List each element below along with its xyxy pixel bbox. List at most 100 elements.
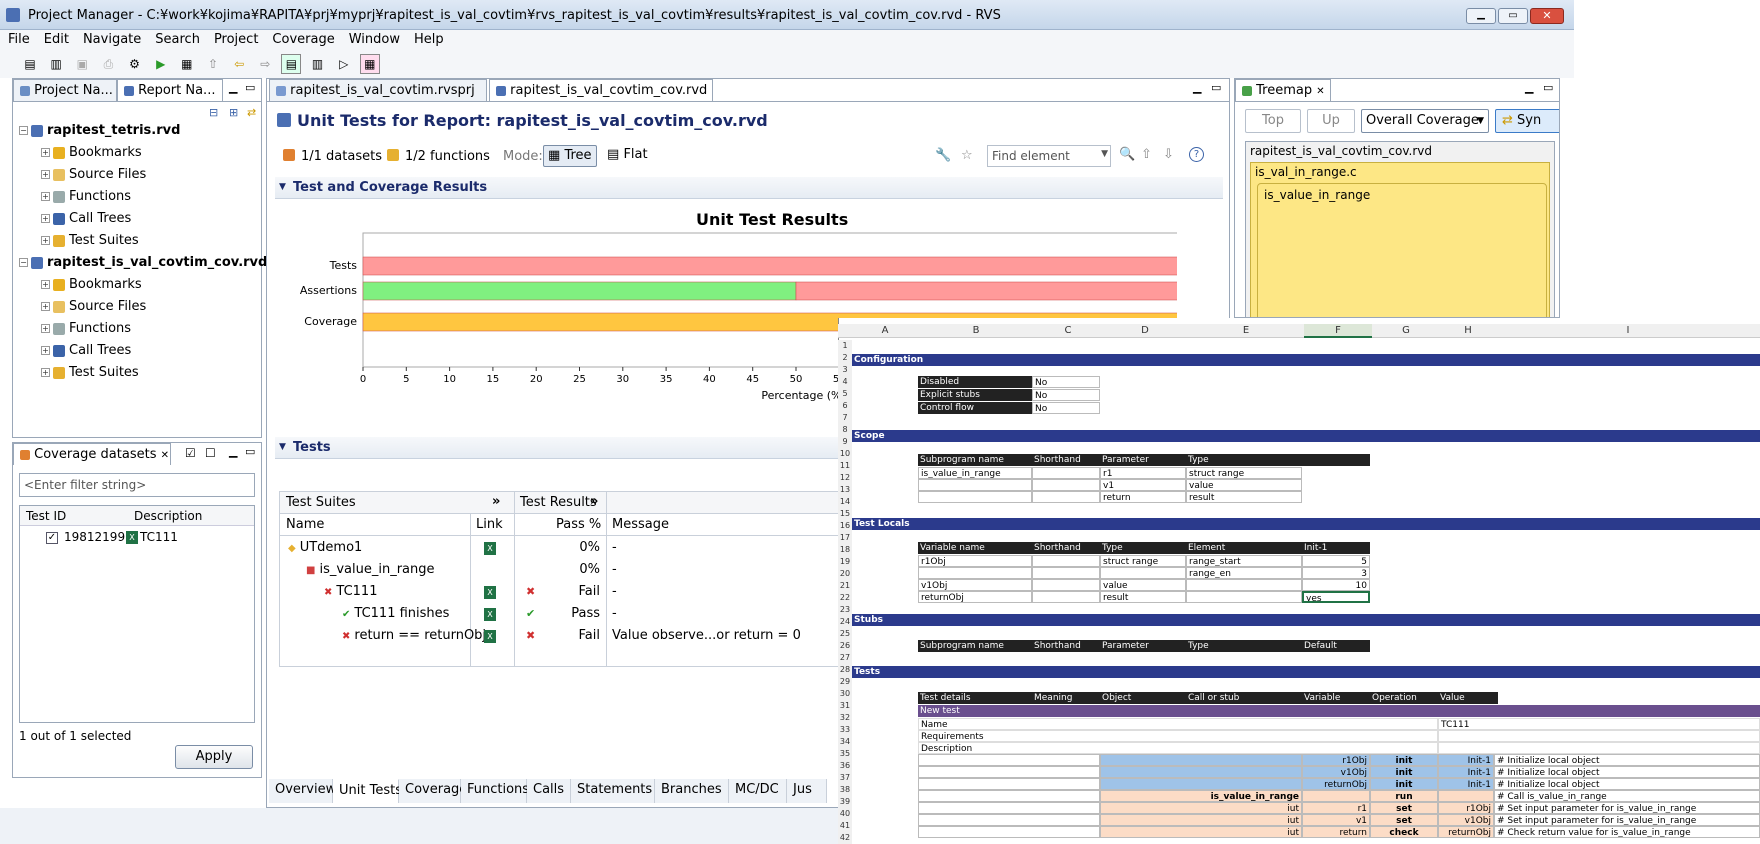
treemap-top-button[interactable]: Top xyxy=(1245,109,1301,133)
row-number[interactable]: 25 xyxy=(838,628,852,640)
test-meta-label[interactable]: Requirements xyxy=(918,730,1438,742)
op-comment[interactable]: # Set input parameter for is_value_in_ra… xyxy=(1494,802,1760,814)
row-number[interactable]: 24 xyxy=(838,616,852,628)
dataset-checkbox[interactable]: ✓ xyxy=(46,532,58,544)
treemap-function-node[interactable]: is_value_in_range xyxy=(1257,183,1547,317)
sheet-col-b[interactable]: B xyxy=(918,324,1034,338)
find-element-input[interactable]: Find element ▼ xyxy=(987,145,1111,167)
row-number[interactable]: 16 xyxy=(838,520,852,532)
op-call[interactable] xyxy=(1100,766,1302,778)
forward-icon[interactable]: ⇨ xyxy=(255,54,275,74)
layout-icon[interactable]: ▥ xyxy=(308,54,328,74)
row-number[interactable]: 36 xyxy=(838,760,852,772)
menu-search[interactable]: Search xyxy=(155,32,200,47)
flat-mode-button[interactable]: ▤ Flat xyxy=(603,145,657,167)
treemap-file-node[interactable]: is_val_in_range.c is_value_in_range xyxy=(1250,162,1550,317)
op-call[interactable]: iut xyxy=(1100,826,1302,838)
op-variable[interactable]: r1 xyxy=(1302,802,1370,814)
sync-button[interactable]: ⇄ Syn xyxy=(1495,109,1559,133)
scope-cell[interactable]: result xyxy=(1186,491,1302,503)
config-value[interactable]: No xyxy=(1032,402,1100,414)
row-number[interactable]: 7 xyxy=(838,412,852,424)
row-number[interactable]: 39 xyxy=(838,796,852,808)
search-icon[interactable]: 🔍 xyxy=(1119,147,1135,162)
datasets-link[interactable]: 1/1 datasets xyxy=(301,149,382,164)
op-operation[interactable]: set xyxy=(1370,814,1438,826)
functions-link[interactable]: 1/2 functions xyxy=(405,149,490,164)
tab-statements[interactable]: Statements xyxy=(571,779,655,803)
tree-report-node[interactable]: − rapitest_tetris.rvd xyxy=(19,121,180,141)
col-test-id[interactable]: Test ID xyxy=(26,509,66,523)
op-comment[interactable]: # Initialize local object xyxy=(1494,778,1760,790)
excel-link-icon[interactable]: X xyxy=(484,630,496,643)
test-row-name[interactable]: ■ is_value_in_range xyxy=(306,560,435,580)
scope-cell[interactable]: return xyxy=(1100,491,1186,503)
row-number[interactable]: 29 xyxy=(838,676,852,688)
locals-cell[interactable] xyxy=(918,567,1032,579)
test-meta-value[interactable] xyxy=(1438,742,1760,754)
locals-cell[interactable] xyxy=(1032,591,1100,603)
row-number[interactable]: 13 xyxy=(838,484,852,496)
row-number[interactable]: 28 xyxy=(838,664,852,676)
locals-cell[interactable]: struct range xyxy=(1100,555,1186,567)
op-call[interactable]: is_value_in_range xyxy=(1100,790,1302,802)
tree-mode-button[interactable]: ▦ Tree xyxy=(543,145,597,167)
op-comment[interactable]: # Check return value for is_value_in_ran… xyxy=(1494,826,1760,838)
op-comment[interactable]: # Set input parameter for is_value_in_ra… xyxy=(1494,814,1760,826)
row-number[interactable]: 33 xyxy=(838,724,852,736)
locals-cell[interactable] xyxy=(1032,555,1100,567)
menu-project[interactable]: Project xyxy=(214,32,258,47)
op-blank[interactable] xyxy=(918,778,1100,790)
col-message[interactable]: Message xyxy=(612,517,669,532)
menu-help[interactable]: Help xyxy=(414,32,444,47)
row-number[interactable]: 30 xyxy=(838,688,852,700)
tab-calls[interactable]: Calls xyxy=(527,779,571,803)
maximize-view-icon[interactable]: ▭ xyxy=(1543,81,1553,94)
test-row-name[interactable]: ✔ TC111 finishes xyxy=(342,604,449,624)
sheet-col-h[interactable]: H xyxy=(1440,324,1496,338)
scope-cell[interactable] xyxy=(1032,491,1100,503)
expand-columns-icon[interactable]: » xyxy=(492,494,500,509)
locals-cell[interactable] xyxy=(1032,579,1100,591)
op-comment[interactable]: # Initialize local object xyxy=(1494,766,1760,778)
op-operation[interactable]: init xyxy=(1370,778,1438,790)
op-value[interactable]: returnObj xyxy=(1438,826,1494,838)
tab-jus[interactable]: Jus xyxy=(787,779,827,803)
expand-all-icon[interactable]: ⊞ xyxy=(229,106,238,119)
perspective-icon[interactable]: ▤ xyxy=(281,54,302,74)
up-arrow-icon[interactable]: ⇧ xyxy=(203,54,223,74)
sheet-col-g[interactable]: G xyxy=(1372,324,1440,338)
excel-link-icon[interactable]: X xyxy=(484,586,496,599)
locals-cell[interactable]: v1Obj xyxy=(918,579,1032,591)
scope-cell[interactable] xyxy=(918,479,1032,491)
maximize-view-icon[interactable]: ▭ xyxy=(245,445,255,458)
row-number[interactable]: 12 xyxy=(838,472,852,484)
wrench-icon[interactable]: 🔧 xyxy=(935,148,951,163)
op-call[interactable]: iut xyxy=(1100,814,1302,826)
locals-cell[interactable]: 3 xyxy=(1302,567,1370,579)
section-results-header[interactable]: ▼ Test and Coverage Results xyxy=(275,177,1223,199)
sheet-col-f[interactable]: F xyxy=(1304,324,1372,338)
minimize-view-icon[interactable]: ▁ xyxy=(229,81,237,94)
play-outline-icon[interactable]: ▷ xyxy=(334,54,354,74)
row-number[interactable]: 9 xyxy=(838,436,852,448)
row-number[interactable]: 37 xyxy=(838,772,852,784)
find-previous-icon[interactable]: ⇧ xyxy=(1141,147,1152,162)
row-number[interactable]: 17 xyxy=(838,532,852,544)
settings-icon[interactable]: ⚙ xyxy=(125,54,145,74)
tree-item-test-suites[interactable]: + Test Suites xyxy=(41,363,139,383)
save-icon[interactable]: ▣ xyxy=(72,54,92,74)
deselect-all-icon[interactable]: ☐ xyxy=(205,446,216,460)
sheet-col-c[interactable]: C xyxy=(1034,324,1102,338)
locals-cell[interactable]: result xyxy=(1100,591,1186,603)
back-icon[interactable]: ⇦ xyxy=(229,54,249,74)
locals-cell[interactable]: 10 xyxy=(1302,579,1370,591)
scope-cell[interactable]: v1 xyxy=(1100,479,1186,491)
test-meta-value[interactable]: TC111 xyxy=(1438,718,1760,730)
tab-rvsprj[interactable]: rapitest_is_val_covtim.rvsprj xyxy=(269,79,487,101)
maximize-button[interactable]: ▭ xyxy=(1498,8,1528,24)
config-value[interactable]: No xyxy=(1032,389,1100,401)
op-operation[interactable]: check xyxy=(1370,826,1438,838)
minimize-view-icon[interactable]: ▁ xyxy=(229,445,237,458)
locals-cell[interactable]: value xyxy=(1100,579,1186,591)
